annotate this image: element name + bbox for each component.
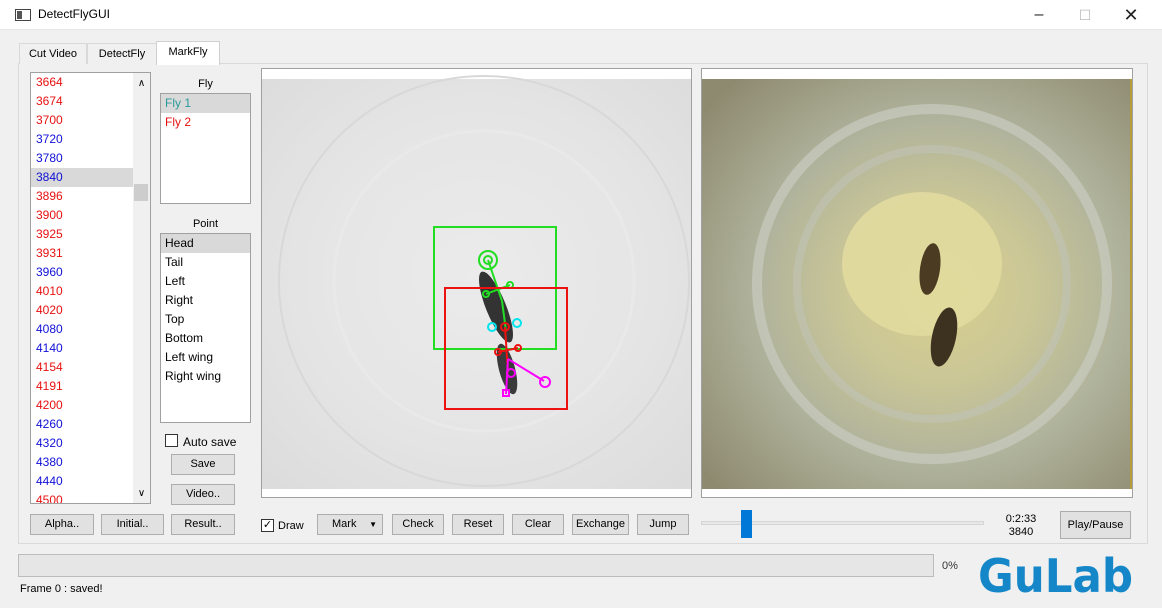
exchange-button[interactable]: Exchange: [572, 514, 629, 535]
result-button[interactable]: Result..: [171, 514, 235, 535]
point-label: Point: [192, 218, 219, 230]
point-list-item[interactable]: Right wing: [161, 367, 250, 386]
check-button[interactable]: Check: [392, 514, 444, 535]
mark-dropdown[interactable]: Mark ▼: [317, 514, 383, 535]
point-list-item[interactable]: Head: [161, 234, 250, 253]
scroll-down-icon[interactable]: ∨: [133, 485, 150, 502]
chevron-down-icon: ▼: [369, 520, 377, 529]
frame-list-scrollbar[interactable]: [133, 73, 150, 503]
progress-percent: 0%: [942, 560, 958, 572]
status-text: Frame 0 : saved!: [20, 583, 103, 595]
video-button[interactable]: Video..: [171, 484, 235, 505]
point-list-item[interactable]: Right: [161, 291, 250, 310]
fly-list-item[interactable]: Fly 1: [161, 94, 250, 113]
point-list[interactable]: Head Tail Left Right Top Bottom Left wing Right…: [160, 233, 251, 423]
gulab-logo: GuLab: [978, 548, 1138, 603]
playback-time: 0:2:33: [1005, 513, 1037, 525]
fly-list[interactable]: Fly 1 Fly 2: [160, 93, 251, 204]
jump-button[interactable]: Jump: [637, 514, 689, 535]
point-list-item[interactable]: Left: [161, 272, 250, 291]
scroll-up-icon[interactable]: ∧: [133, 75, 150, 92]
fly-list-item[interactable]: Fly 2: [161, 113, 250, 132]
save-button[interactable]: Save: [171, 454, 235, 475]
point-list-item[interactable]: Bottom: [161, 329, 250, 348]
point-list-item[interactable]: Left wing: [161, 348, 250, 367]
app-icon: [15, 9, 31, 21]
video-frame: [702, 79, 1132, 489]
autosave-checkbox[interactable]: [165, 434, 178, 447]
window-title: DetectFlyGUI: [38, 7, 111, 21]
play-pause-button[interactable]: Play/Pause: [1060, 511, 1131, 539]
mark-label: Mark: [332, 518, 357, 530]
point-list-item[interactable]: Tail: [161, 253, 250, 272]
draw-label: Draw: [278, 520, 304, 532]
reset-button[interactable]: Reset: [452, 514, 504, 535]
annotation-view[interactable]: [261, 68, 692, 498]
draw-checkbox[interactable]: ✓: [261, 519, 274, 532]
fly-label: Fly: [198, 78, 213, 90]
playback-frame: 3840: [1008, 526, 1034, 538]
alpha-button[interactable]: Alpha..: [30, 514, 94, 535]
minimize-button[interactable]: –: [1016, 0, 1062, 30]
progress-bar: [18, 554, 934, 577]
tab-detectfly[interactable]: DetectFly: [87, 43, 157, 64]
title-bar: [0, 0, 1162, 30]
autosave-label: Auto save: [183, 435, 237, 449]
maximize-button[interactable]: ☐: [1062, 0, 1108, 30]
logo-text: GuLab: [978, 549, 1133, 598]
initial-button[interactable]: Initial..: [101, 514, 164, 535]
tab-markfly[interactable]: MarkFly: [156, 41, 220, 65]
playback-slider-handle[interactable]: [741, 510, 752, 538]
scroll-thumb[interactable]: [134, 184, 148, 201]
video-view[interactable]: [701, 68, 1133, 498]
clear-button[interactable]: Clear: [512, 514, 564, 535]
point-list-item[interactable]: Top: [161, 310, 250, 329]
close-button[interactable]: ✕: [1108, 0, 1154, 30]
tab-cut-video[interactable]: Cut Video: [19, 43, 87, 64]
annotation-canvas[interactable]: [262, 69, 692, 498]
